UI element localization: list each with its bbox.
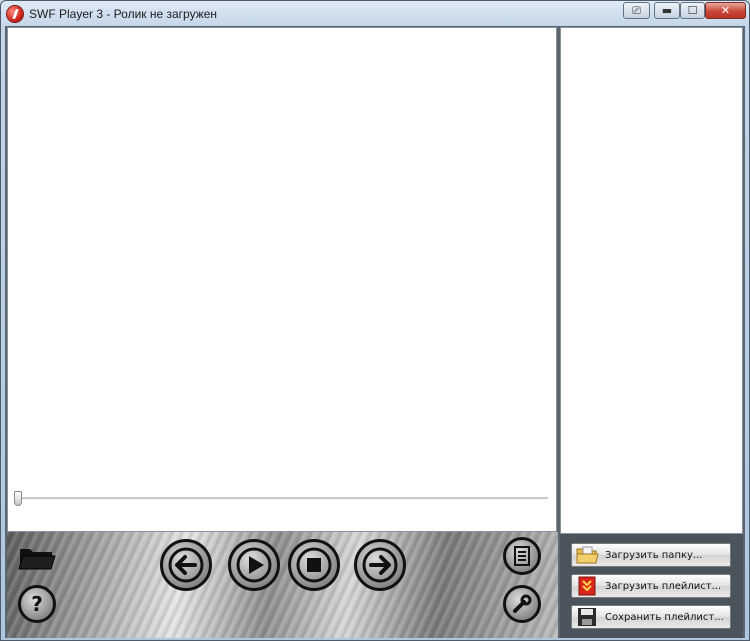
load-folder-label: Загрузить папку... [605, 549, 703, 561]
play-button[interactable] [228, 539, 280, 591]
title-bar[interactable]: SWF Player 3 - Ролик не загружен ⎚ ▬ ☐ ✕ [1, 1, 749, 27]
question-icon: ? [31, 592, 43, 616]
window-title: SWF Player 3 - Ролик не загружен [29, 7, 218, 21]
swf-app-icon[interactable] [7, 6, 23, 22]
next-button[interactable] [354, 539, 406, 591]
playlist-toggle-button[interactable] [503, 537, 541, 575]
folder-icon [575, 545, 599, 565]
extra-window-button[interactable]: ⎚ [623, 2, 650, 19]
load-folder-button[interactable]: Загрузить папку... [571, 543, 731, 567]
stop-button[interactable] [288, 539, 340, 591]
close-button[interactable]: ✕ [705, 2, 746, 19]
folder-icon [18, 549, 56, 570]
playlist-list[interactable] [560, 27, 743, 534]
seek-track[interactable] [15, 497, 548, 500]
save-playlist-button[interactable]: Сохранить плейлист... [571, 605, 731, 629]
control-bar [7, 532, 558, 638]
load-playlist-label: Загрузить плейлист... [605, 580, 722, 592]
previous-button[interactable] [160, 539, 212, 591]
load-playlist-icon [575, 576, 599, 596]
arrow-left-icon [168, 547, 204, 583]
stop-icon [296, 547, 332, 583]
floppy-disk-icon [575, 607, 599, 627]
save-playlist-label: Сохранить плейлист... [605, 611, 724, 623]
arrow-right-icon [362, 547, 398, 583]
help-button[interactable]: ? [18, 585, 56, 623]
seek-thumb[interactable] [14, 491, 22, 506]
play-icon [236, 547, 272, 583]
open-file-button[interactable] [18, 545, 56, 571]
settings-button[interactable] [503, 585, 541, 623]
flash-stage[interactable] [7, 27, 557, 532]
minimize-button[interactable]: ▬ [654, 2, 680, 19]
playlist-icon [514, 546, 530, 566]
maximize-button[interactable]: ☐ [680, 2, 705, 19]
wrench-icon [513, 594, 532, 613]
load-playlist-button[interactable]: Загрузить плейлист... [571, 574, 731, 598]
